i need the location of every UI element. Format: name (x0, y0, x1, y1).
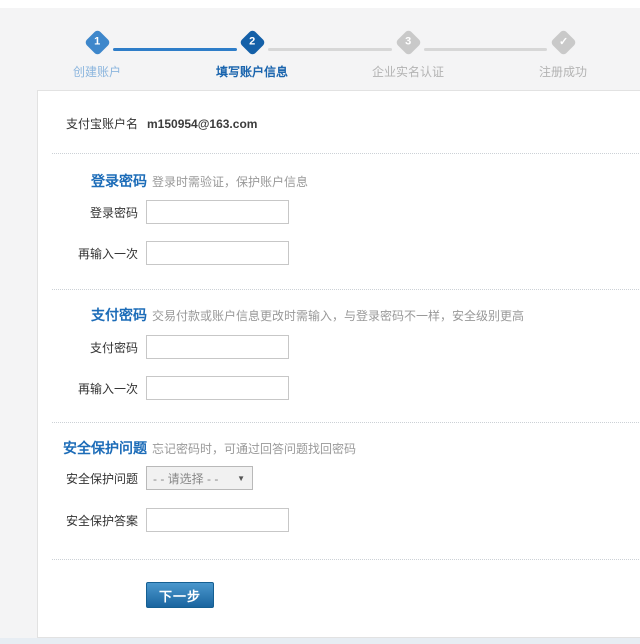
next-step-button[interactable]: 下一步 (146, 582, 214, 608)
alipay-account-row: 支付宝账户名 m150954@163.com (38, 115, 640, 132)
registration-progress-bar: 1 创建账户 2 填写账户信息 3 企业实名认证 ✓ 注册成功 (0, 8, 640, 90)
login-password-repeat-row: 再输入一次 (38, 241, 640, 265)
step-1-label: 创建账户 (32, 63, 162, 80)
security-question-section-hint: 忘记密码时，可通过回答问题找回密码 (152, 440, 356, 457)
payment-password-repeat-label: 再输入一次 (38, 380, 138, 397)
security-answer-label: 安全保护答案 (38, 512, 138, 529)
payment-password-section-title: 支付密码 (38, 305, 147, 325)
step-2-label: 填写账户信息 (187, 63, 317, 80)
security-question-label: 安全保护问题 (38, 470, 138, 487)
payment-password-section-hint: 交易付款或账户信息更改时需输入，与登录密码不一样，安全级别更高 (152, 307, 524, 324)
divider (52, 153, 640, 154)
payment-password-section-head: 支付密码 交易付款或账户信息更改时需输入，与登录密码不一样，安全级别更高 (38, 305, 640, 325)
login-password-section-title: 登录密码 (38, 171, 147, 191)
step-3-label: 企业实名认证 (343, 63, 473, 80)
login-password-repeat-input[interactable] (146, 241, 289, 265)
divider (52, 289, 640, 290)
security-question-section-head: 安全保护问题 忘记密码时，可通过回答问题找回密码 (38, 438, 640, 458)
chevron-down-icon: ▼ (237, 475, 245, 483)
login-password-section-head: 登录密码 登录时需验证，保护账户信息 (38, 171, 640, 191)
alipay-account-label: 支付宝账户名 (38, 115, 138, 132)
security-question-selected-value: - - 请选择 - - (153, 470, 218, 487)
payment-password-row: 支付密码 (38, 335, 640, 359)
security-answer-row: 安全保护答案 (38, 508, 640, 532)
step-2-badge-icon: 2 (239, 29, 266, 56)
step-fill-account-info: 2 填写账户信息 (187, 33, 317, 80)
payment-password-repeat-input[interactable] (146, 376, 289, 400)
security-question-section-title: 安全保护问题 (38, 438, 147, 458)
login-password-row: 登录密码 (38, 200, 640, 224)
login-password-repeat-label: 再输入一次 (38, 245, 138, 262)
login-password-label: 登录密码 (38, 204, 138, 221)
bottom-band (0, 638, 640, 644)
security-question-row: 安全保护问题 - - 请选择 - - ▼ (38, 466, 640, 490)
step-create-account: 1 创建账户 (32, 33, 162, 80)
divider (52, 422, 640, 423)
step-1-badge-icon: 1 (84, 29, 111, 56)
step-enterprise-verification: 3 企业实名认证 (343, 33, 473, 80)
payment-password-label: 支付密码 (38, 339, 138, 356)
divider (52, 559, 640, 560)
payment-password-repeat-row: 再输入一次 (38, 376, 640, 400)
account-info-form-panel: 支付宝账户名 m150954@163.com 登录密码 登录时需验证，保护账户信… (37, 90, 640, 638)
step-registration-success: ✓ 注册成功 (498, 33, 628, 80)
login-password-input[interactable] (146, 200, 289, 224)
security-answer-input[interactable] (146, 508, 289, 532)
checkmark-icon: ✓ (550, 29, 577, 56)
login-password-section-hint: 登录时需验证，保护账户信息 (152, 173, 308, 190)
alipay-account-value: m150954@163.com (147, 117, 257, 131)
step-3-badge-icon: 3 (395, 29, 422, 56)
security-question-select[interactable]: - - 请选择 - - ▼ (146, 466, 253, 490)
step-4-label: 注册成功 (498, 63, 628, 80)
payment-password-input[interactable] (146, 335, 289, 359)
